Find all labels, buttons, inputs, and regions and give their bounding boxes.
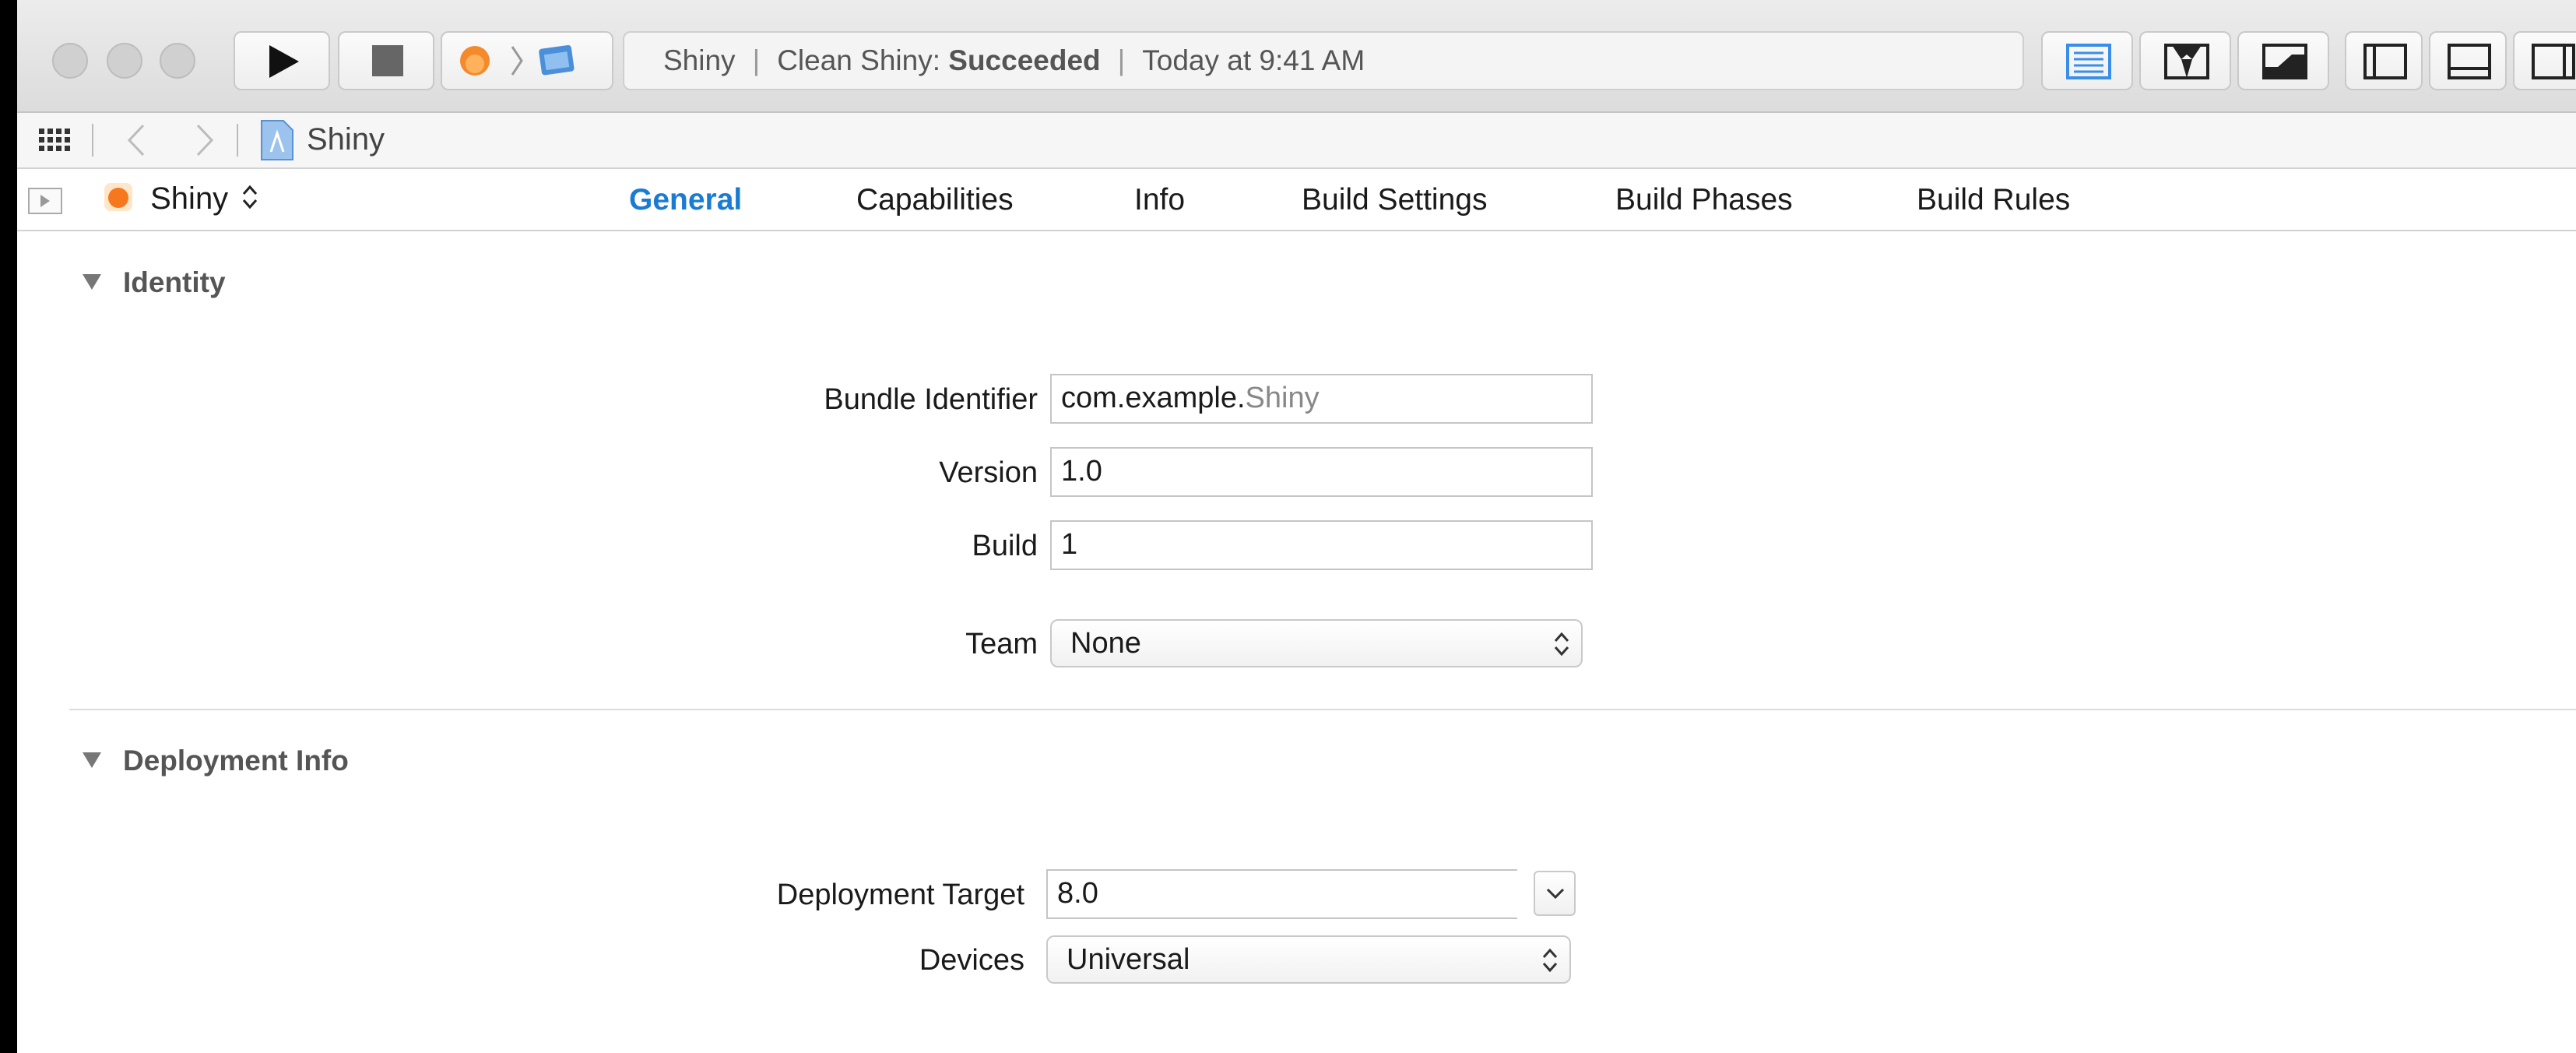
disclosure-triangle-icon	[83, 752, 101, 769]
target-name: Shiny	[150, 181, 229, 216]
tab-general[interactable]: General	[629, 183, 742, 217]
show-targets-toggle-icon[interactable]	[28, 188, 62, 214]
right-panel-icon	[2532, 44, 2575, 79]
scheme-selector[interactable]	[441, 31, 613, 90]
toggle-utilities-button[interactable]	[2513, 31, 2576, 90]
toggle-navigator-button[interactable]	[2345, 31, 2423, 90]
version-editor-button[interactable]	[2237, 31, 2329, 90]
standard-editor-button[interactable]	[2041, 31, 2133, 90]
assistant-editor-icon	[2164, 44, 2209, 79]
activity-viewer: Shiny | Clean Shiny: Succeeded | Today at 9:…	[623, 31, 2024, 90]
bottom-panel-icon	[2448, 44, 2491, 79]
device-icon	[539, 44, 575, 76]
up-down-chevron-icon	[1542, 948, 1558, 973]
editor-tab-bar: Shiny General Capabilities Info Build Se…	[17, 169, 2576, 231]
xcode-window: Shiny | Clean Shiny: Succeeded | Today at 9:…	[17, 0, 2576, 1053]
version-editor-icon	[2262, 44, 2307, 79]
build-field[interactable]: 1	[1050, 520, 1593, 570]
breadcrumb-project[interactable]: Shiny	[307, 122, 385, 157]
stop-button[interactable]	[338, 31, 434, 90]
jumpbar-divider	[92, 124, 93, 157]
app-icon	[104, 183, 132, 212]
deployment-title: Deployment Info	[123, 745, 349, 777]
toolbar: Shiny | Clean Shiny: Succeeded | Today at 9:…	[17, 0, 2576, 113]
deployment-target-dropdown-button[interactable]	[1534, 871, 1576, 916]
assistant-editor-button[interactable]	[2139, 31, 2231, 90]
zoom-window-button[interactable]	[160, 43, 195, 79]
devices-label: Devices	[919, 944, 1024, 977]
version-field[interactable]: 1.0	[1050, 447, 1593, 497]
toggle-debug-area-button[interactable]	[2429, 31, 2507, 90]
back-arrow-icon[interactable]	[126, 124, 146, 157]
disclosure-triangle-icon	[83, 274, 101, 291]
tab-build-settings[interactable]: Build Settings	[1302, 183, 1487, 217]
identity-section-header[interactable]: Identity	[83, 266, 226, 299]
bundle-identifier-prefix: com.example.	[1061, 382, 1246, 414]
bundle-identifier-name: Shiny	[1245, 382, 1320, 414]
tab-build-rules[interactable]: Build Rules	[1917, 183, 2070, 217]
activity-action: Clean Shiny:	[777, 44, 940, 76]
related-items-grid-icon[interactable]	[39, 129, 70, 152]
section-divider	[69, 709, 2576, 710]
activity-time: Today at 9:41 AM	[1142, 44, 1365, 76]
jump-bar: Shiny	[17, 113, 2576, 169]
chevron-down-icon	[1546, 888, 1565, 900]
bundle-identifier-field[interactable]: com.example.Shiny	[1050, 374, 1593, 424]
activity-scheme: Shiny	[663, 44, 736, 76]
minimize-window-button[interactable]	[107, 43, 142, 79]
chevron-right-icon	[511, 46, 523, 76]
close-window-button[interactable]	[52, 43, 88, 79]
up-down-chevron-icon	[1554, 632, 1569, 657]
deployment-target-field[interactable]: 8.0	[1046, 869, 1517, 919]
app-icon	[460, 46, 490, 76]
play-icon	[269, 45, 299, 78]
deployment-target-label: Deployment Target	[776, 879, 1024, 911]
deployment-section-header[interactable]: Deployment Info	[83, 745, 349, 777]
up-down-chevron-icon	[243, 185, 258, 210]
devices-popup[interactable]: Universal	[1046, 935, 1571, 984]
run-button[interactable]	[234, 31, 330, 90]
team-value: None	[1070, 627, 1141, 660]
tab-build-phases[interactable]: Build Phases	[1615, 183, 1793, 217]
tab-info[interactable]: Info	[1134, 183, 1185, 217]
team-label: Team	[965, 628, 1038, 660]
jumpbar-divider	[237, 124, 238, 157]
stop-icon	[372, 45, 403, 76]
build-label: Build	[972, 530, 1038, 562]
team-popup[interactable]: None	[1050, 619, 1583, 667]
devices-value: Universal	[1067, 943, 1190, 976]
version-label: Version	[939, 456, 1038, 489]
identity-title: Identity	[123, 266, 226, 298]
tab-capabilities[interactable]: Capabilities	[856, 183, 1014, 217]
target-selector[interactable]: Shiny	[103, 181, 258, 217]
activity-status: Succeeded	[948, 44, 1101, 76]
left-panel-icon	[2363, 44, 2407, 79]
standard-editor-icon	[2066, 44, 2111, 79]
project-file-icon	[261, 120, 293, 160]
forward-arrow-icon[interactable]	[195, 124, 215, 157]
bundle-identifier-label: Bundle Identifier	[824, 383, 1038, 416]
